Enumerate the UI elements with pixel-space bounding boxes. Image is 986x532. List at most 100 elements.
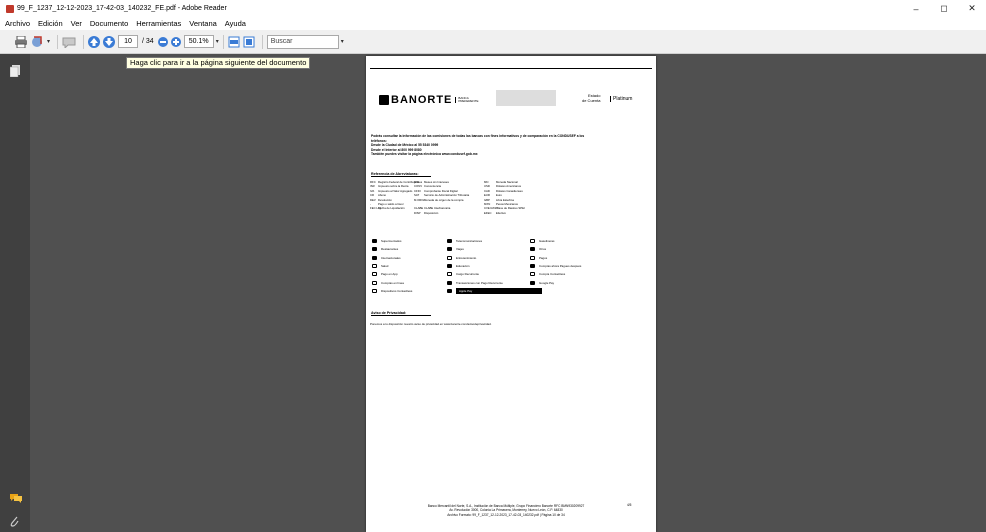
maximize-button[interactable]: ◻	[930, 0, 958, 17]
zoom-out-button[interactable]	[157, 34, 168, 50]
icon-legend-row: Internacionales Entretenimiento Pagos	[370, 254, 630, 262]
cart-icon	[372, 239, 377, 244]
separator	[261, 34, 263, 49]
icon-legend-row: Compras en línea Transacciones con Pago R…	[370, 278, 630, 286]
attachments-panel-button[interactable]	[10, 514, 20, 532]
dot-pattern	[496, 90, 556, 106]
privacy-title: Aviso de Privacidad:	[371, 311, 431, 316]
chevron-down-icon: ▾	[47, 39, 51, 45]
icon-legend-row: Supermercados Telecomunicaciones Gasoliner…	[370, 237, 630, 245]
window-title: 99_F_1237_12-12-2023_17-42-03_140232_FE.…	[17, 5, 227, 12]
fit-page-icon	[243, 36, 255, 47]
arrow-down-icon	[103, 35, 116, 48]
close-button[interactable]: ✕	[958, 0, 986, 17]
education-icon	[447, 264, 452, 269]
menu-ayuda[interactable]: Ayuda	[221, 19, 250, 28]
ticket-icon	[447, 255, 452, 260]
google-pay-icon	[530, 280, 535, 285]
banca-label: BANCA PREFERENTE	[455, 97, 483, 103]
comment-button[interactable]	[62, 34, 76, 50]
previous-page-button[interactable]	[88, 34, 101, 50]
page-indicator: 4/5	[627, 503, 632, 507]
navigation-pane	[0, 54, 30, 532]
zoom-input[interactable]: 50.1%	[183, 35, 214, 48]
icon-legend-row: Restaurantes Viajes Otros	[370, 245, 630, 253]
zoom-dropdown-icon[interactable]: ▾	[216, 38, 219, 45]
separator	[57, 34, 59, 49]
fit-width-icon	[228, 36, 240, 47]
calendar-icon	[530, 264, 535, 269]
pdf-page[interactable]: BANORTE BANCA PREFERENTE Estado de Cuent…	[366, 56, 656, 532]
phone-icon	[447, 239, 452, 244]
separator	[222, 34, 224, 49]
icon-legend-row: Pago en App Cargo Recurrente Compra Contac…	[370, 270, 630, 278]
recurring-icon	[447, 272, 452, 277]
icon-legend-row: Dispositivos Contactless Apple Pay	[370, 287, 630, 295]
zoom-out-icon	[157, 36, 168, 47]
page-number-input[interactable]: 10	[118, 35, 139, 48]
device-icon	[372, 288, 377, 293]
menu-herramientas[interactable]: Herramientas	[132, 19, 185, 28]
next-page-tooltip: Haga clic para ir a la página siguiente …	[126, 57, 311, 69]
platinum-label: Platinum	[610, 96, 632, 102]
commissions-info: Podrás consultar la información de las c…	[371, 134, 631, 157]
next-page-button[interactable]	[103, 34, 116, 50]
pages-icon	[9, 65, 20, 78]
intro-line: También puedes visitar la página electró…	[371, 152, 478, 157]
category-icons-legend: Supermercados Telecomunicaciones Gasoliner…	[370, 237, 630, 295]
search-dropdown-icon[interactable]: ▾	[341, 38, 344, 45]
fuel-icon	[530, 239, 535, 244]
abbreviations-title: Referencia de Abreviaturas:	[371, 172, 431, 177]
privacy-text: Ponemos a tu disposición nuestro aviso d…	[370, 322, 492, 326]
page-rule	[370, 68, 652, 69]
comments-panel-button[interactable]	[10, 490, 22, 508]
zoom-in-button[interactable]	[170, 34, 181, 50]
apple-pay-icon	[447, 288, 452, 293]
menu-bar: Archivo Edición Ver Documento Herramient…	[0, 17, 986, 30]
contactless-icon	[530, 272, 535, 277]
zoom-in-icon	[170, 36, 181, 47]
recurring-payment-icon	[447, 280, 452, 285]
fit-page-button[interactable]	[243, 34, 255, 50]
menu-archivo[interactable]: Archivo	[1, 19, 34, 28]
share-icon	[32, 36, 42, 47]
payment-icon	[530, 255, 535, 260]
abbreviations-table: RFC Registro Federal de Contribuyentes MSI…	[370, 180, 630, 215]
toolbar: ▾ 10 / 34 50.1% ▾ Buscar ▾	[0, 30, 986, 54]
comment-bubble-icon	[62, 37, 76, 48]
app-icon	[372, 272, 377, 277]
icon-legend-row: Salud Educación Compras ahora Pagues despu…	[370, 262, 630, 270]
menu-ver[interactable]: Ver	[67, 19, 86, 28]
brand-name: BANORTE	[391, 94, 453, 106]
menu-ventana[interactable]: Ventana	[185, 19, 221, 28]
comments-icon	[10, 494, 22, 503]
abbr-row: DISP Disposición EFEC Efectivo	[414, 210, 506, 215]
adobe-reader-icon	[6, 4, 14, 13]
minimize-button[interactable]: –	[902, 0, 930, 17]
fit-width-button[interactable]	[228, 34, 240, 50]
online-shopping-icon	[372, 280, 377, 285]
arrow-up-icon	[88, 35, 101, 48]
health-icon	[372, 264, 377, 269]
estado-line2: de Cuenta	[582, 98, 601, 103]
separator	[83, 34, 85, 49]
footer-line: Archivo Formato: 99_F_1237_12-12-2023_17…	[447, 512, 565, 517]
menu-documento[interactable]: Documento	[86, 19, 132, 28]
share-button[interactable]: ▾	[31, 34, 50, 50]
globe-icon	[372, 255, 377, 260]
banorte-logo-icon	[379, 95, 389, 105]
menu-edicion[interactable]: Edición	[34, 19, 67, 28]
restaurant-icon	[372, 247, 377, 252]
page-total: / 34	[142, 38, 154, 45]
plane-icon	[447, 247, 452, 252]
printer-icon	[15, 35, 27, 48]
print-button[interactable]	[14, 34, 28, 50]
page-footer: Banco Mercantil del Norte, S.A., Institu…	[386, 504, 626, 517]
search-input[interactable]: Buscar	[266, 34, 339, 49]
paperclip-icon	[10, 516, 19, 527]
title-bar: 99_F_1237_12-12-2023_17-42-03_140232_FE.…	[0, 0, 986, 17]
banorte-logo: BANORTE BANCA PREFERENTE	[379, 94, 483, 106]
question-icon	[530, 247, 535, 252]
estado-cuenta: Estado de Cuenta	[582, 93, 600, 103]
pages-panel-button[interactable]	[9, 64, 20, 82]
